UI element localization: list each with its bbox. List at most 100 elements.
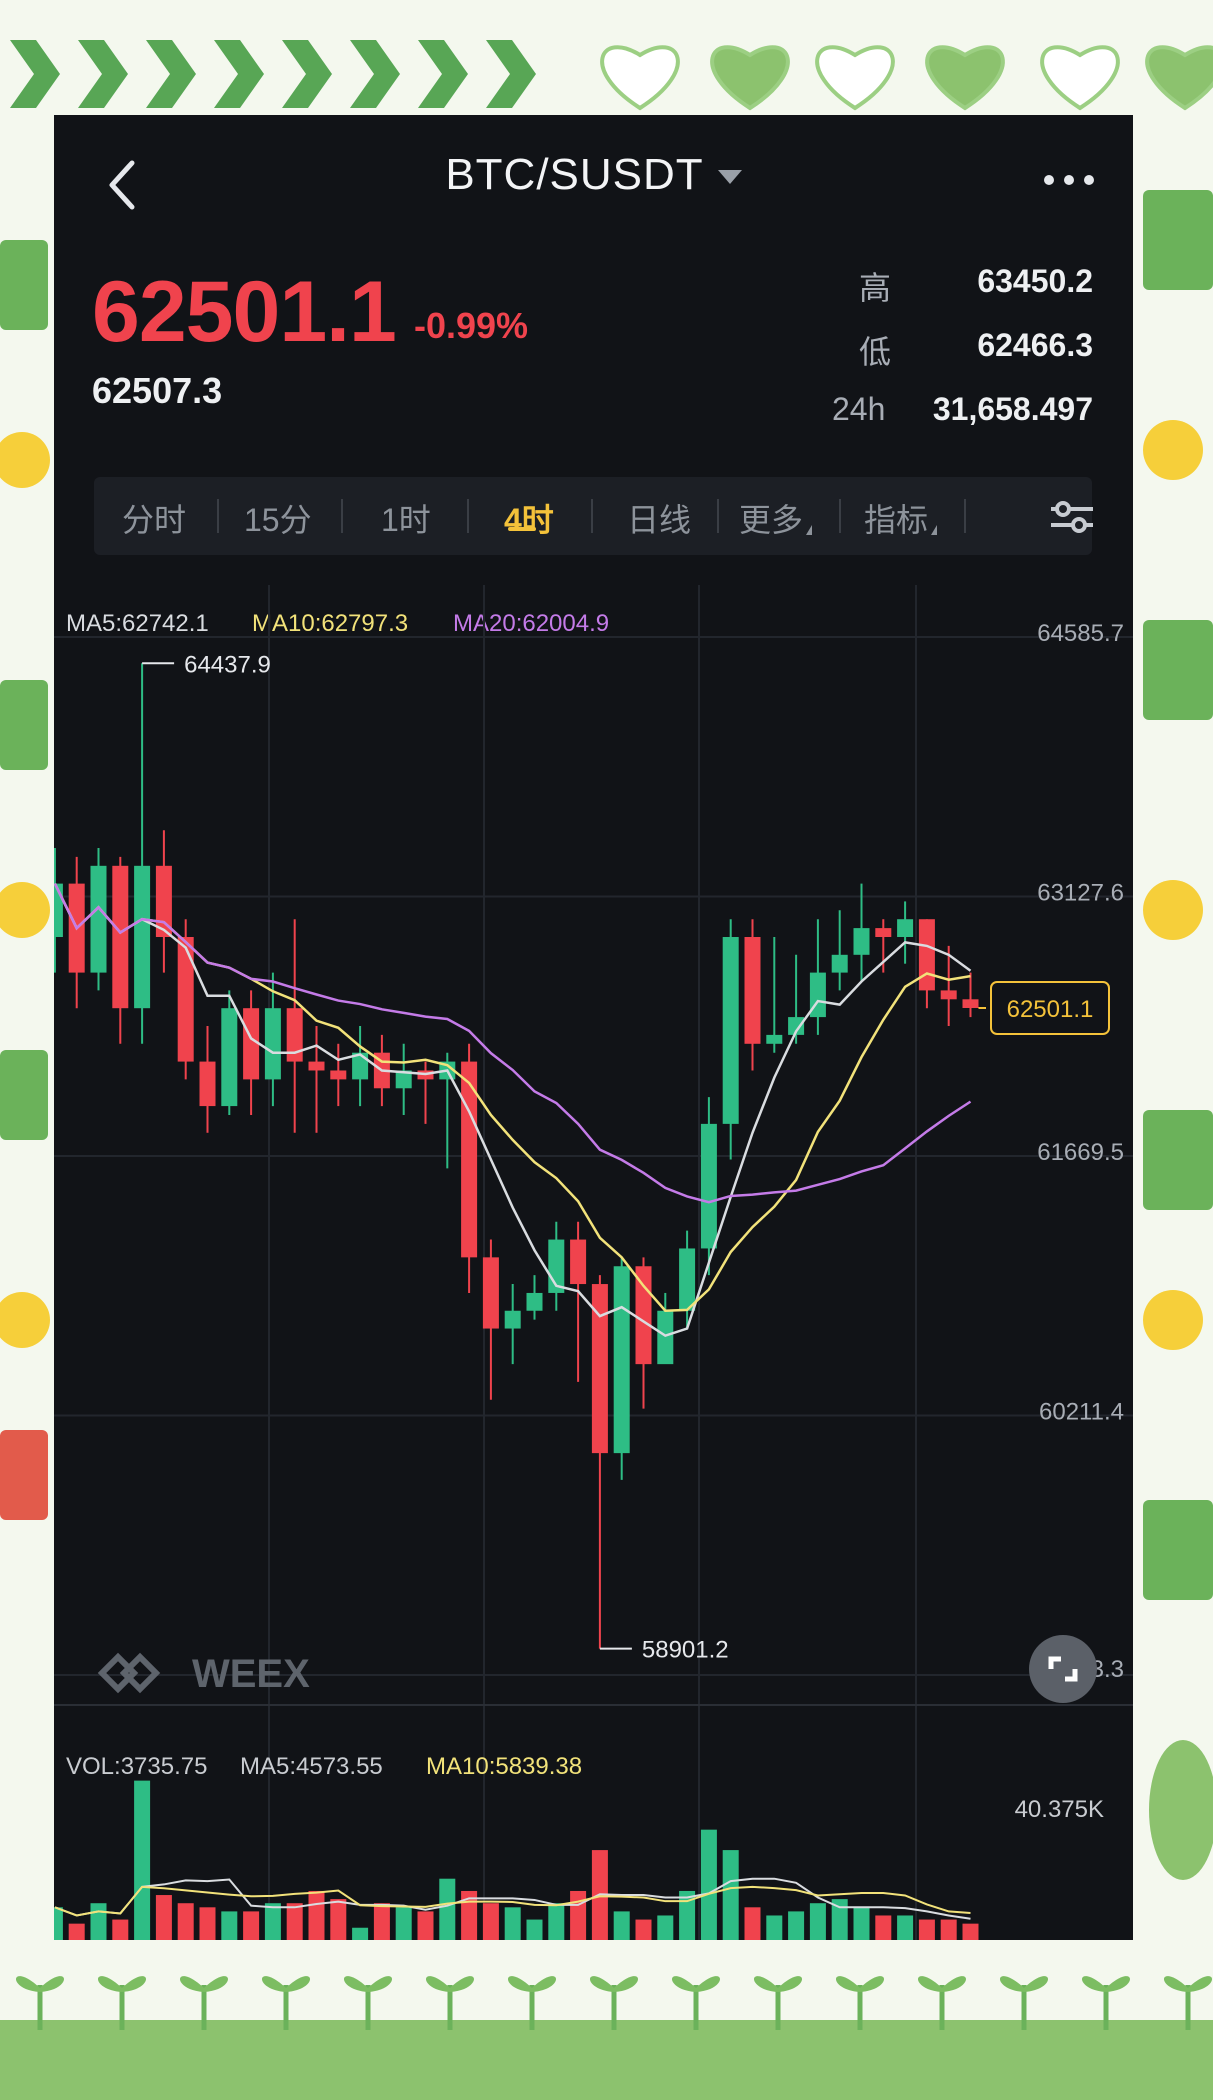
sprout-decoration bbox=[753, 1976, 803, 1992]
settings-sliders-icon[interactable] bbox=[1049, 501, 1095, 533]
tab-divider bbox=[591, 499, 593, 533]
candle-body bbox=[635, 1266, 652, 1365]
volume-bar bbox=[330, 1899, 347, 1940]
chevron-decoration bbox=[282, 40, 332, 108]
volume-24h-label: 24h bbox=[832, 391, 886, 427]
gift-decoration bbox=[0, 680, 48, 770]
pair-selector[interactable]: BTC/SUSDT bbox=[54, 150, 1133, 200]
tab-more[interactable]: 更多 bbox=[739, 495, 813, 541]
volume-bar bbox=[700, 1829, 717, 1940]
volume-ma10-legend: MA10:5839.38 bbox=[426, 1753, 583, 1780]
price-axis-label: 63127.6 bbox=[1037, 880, 1124, 907]
fullscreen-button[interactable] bbox=[1029, 1635, 1097, 1703]
chevron-row bbox=[10, 40, 536, 108]
low-value: 62466.3 bbox=[977, 327, 1093, 363]
star-decoration bbox=[0, 1292, 50, 1348]
low-marker-label: 58901.2 bbox=[642, 1637, 729, 1664]
candlestick-chart[interactable]: 64585.763127.661669.560211.458753.3 6443… bbox=[54, 585, 1133, 1940]
volume-bar bbox=[482, 1903, 499, 1940]
tab-indicators-label: 指标 bbox=[864, 502, 929, 538]
candle-body bbox=[875, 928, 892, 938]
corner-triangle-icon bbox=[806, 525, 813, 535]
candle-body bbox=[679, 1248, 696, 1311]
gift-decoration bbox=[1143, 1500, 1213, 1600]
mascot-decoration bbox=[1149, 1740, 1213, 1880]
candle-body bbox=[962, 999, 979, 1008]
volume-bars: 40.375K bbox=[54, 1780, 1104, 1940]
current-price-tag-label: 62501.1 bbox=[1007, 996, 1094, 1023]
corner-triangle-icon bbox=[931, 525, 938, 535]
more-icon[interactable] bbox=[1039, 165, 1099, 195]
volume-bar bbox=[657, 1915, 674, 1940]
gift-decoration bbox=[0, 240, 48, 330]
price-change-pct: -0.99% bbox=[414, 305, 529, 346]
volume-bar bbox=[352, 1927, 369, 1940]
volume-bar bbox=[243, 1911, 260, 1940]
tab-divider bbox=[467, 499, 469, 533]
sprout-decoration bbox=[261, 1976, 311, 1992]
price-axis-label: 61669.5 bbox=[1037, 1139, 1124, 1166]
candle-body bbox=[504, 1310, 521, 1329]
candle-body bbox=[308, 1061, 325, 1071]
candle-body bbox=[112, 865, 129, 1009]
gift-decoration bbox=[1143, 620, 1213, 720]
volume-bar bbox=[308, 1890, 325, 1940]
volume-bar bbox=[68, 1923, 85, 1940]
price-axis-label: 60211.4 bbox=[1039, 1399, 1124, 1426]
star-decoration bbox=[1143, 420, 1203, 480]
volume-bar bbox=[286, 1903, 303, 1940]
grass-decoration bbox=[0, 2020, 1213, 2100]
volume-axis-label: 40.375K bbox=[1015, 1796, 1104, 1823]
volume-bar bbox=[809, 1903, 826, 1940]
candle-body bbox=[177, 937, 194, 1062]
tab-more-label: 更多 bbox=[739, 502, 804, 538]
volume-legend: VOL:3735.75 bbox=[66, 1753, 208, 1780]
heart-decoration bbox=[600, 45, 680, 111]
volume-bar bbox=[613, 1911, 630, 1940]
chevron-decoration bbox=[10, 40, 60, 108]
volume-bar bbox=[54, 1907, 63, 1940]
sprout-decoration bbox=[15, 1976, 65, 1992]
trading-app-screen: BTC/SUSDT 62501.1 -0.99% 62507.3 高 63450… bbox=[54, 115, 1133, 1940]
chevron-decoration bbox=[78, 40, 128, 108]
sprout-decoration bbox=[1163, 1976, 1213, 1992]
high-label: 高 bbox=[859, 270, 892, 306]
candle-body bbox=[853, 928, 870, 955]
sprout-decoration bbox=[425, 1976, 475, 1992]
volume-bar bbox=[90, 1903, 107, 1940]
tab-daily[interactable]: 日线 bbox=[627, 495, 691, 541]
gift-decoration bbox=[1143, 190, 1213, 290]
chevron-decoration bbox=[350, 40, 400, 108]
price-axis: 64585.763127.661669.560211.458753.3 bbox=[1037, 620, 1124, 1683]
tab-divider bbox=[341, 499, 343, 533]
candle-body bbox=[940, 990, 957, 1000]
volume-bar bbox=[373, 1903, 390, 1940]
heart-decoration bbox=[1145, 45, 1213, 111]
tab-4h[interactable]: 4时 bbox=[504, 495, 554, 541]
heart-decoration bbox=[710, 45, 790, 111]
chevron-decoration bbox=[418, 40, 468, 108]
candle-body bbox=[897, 919, 914, 938]
tab-indicators[interactable]: 指标 bbox=[864, 495, 938, 541]
heart-decoration bbox=[925, 45, 1005, 111]
gift-decoration bbox=[1143, 1110, 1213, 1210]
volume-bar bbox=[155, 1895, 172, 1940]
star-decoration bbox=[0, 432, 50, 488]
chart-annotations: 64437.9 58901.2 62501.1 bbox=[142, 651, 1110, 1664]
volume-bar bbox=[417, 1911, 434, 1940]
volume-bar bbox=[788, 1911, 805, 1940]
volume-bar bbox=[918, 1919, 935, 1940]
heart-decoration bbox=[1040, 45, 1120, 111]
tab-1h[interactable]: 1时 bbox=[381, 495, 431, 541]
tab-15m[interactable]: 15分 bbox=[244, 495, 312, 541]
candle-body bbox=[526, 1292, 543, 1311]
tab-timeline[interactable]: 分时 bbox=[122, 495, 186, 541]
sprout-decoration bbox=[589, 1976, 639, 1992]
candle-body bbox=[700, 1123, 717, 1249]
tab-divider bbox=[839, 499, 841, 533]
volume-bar bbox=[395, 1907, 412, 1940]
volume-bar bbox=[526, 1919, 543, 1940]
tab-divider bbox=[717, 499, 719, 533]
tab-divider bbox=[964, 499, 966, 533]
sprout-decoration bbox=[1081, 1976, 1131, 1992]
